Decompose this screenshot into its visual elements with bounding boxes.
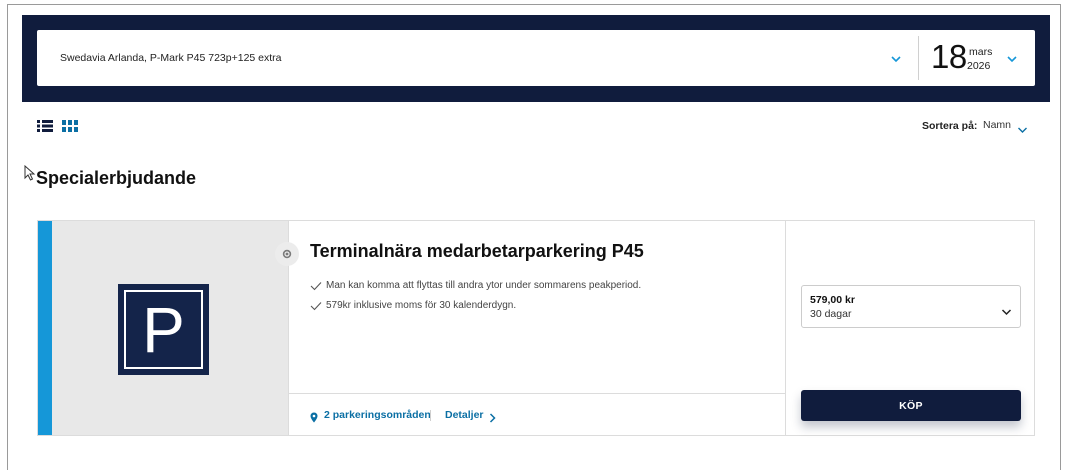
card-accent-bar	[38, 221, 52, 435]
parking-areas-link[interactable]: 2 parkeringsområden	[310, 409, 431, 422]
divider	[430, 410, 431, 421]
sort-label: Sortera på:	[922, 120, 978, 132]
product-card: P Terminalnära medarbetarparkering P45 M…	[37, 220, 1035, 436]
buy-button[interactable]: KÖP	[801, 390, 1021, 421]
sort-value: Namn	[983, 119, 1012, 131]
chevron-down-icon[interactable]	[1006, 55, 1018, 63]
search-bar: Swedavia Arlanda, P-Mark P45 723p+125 ex…	[37, 30, 1035, 86]
mouse-cursor-icon	[24, 164, 36, 181]
location-value: Swedavia Arlanda, P-Mark P45 723p+125 ex…	[60, 52, 282, 64]
date-day: 18	[931, 38, 967, 75]
divider	[289, 393, 785, 394]
feature-text: Man kan komma att flyttas till andra yto…	[326, 280, 642, 291]
check-icon	[310, 281, 322, 291]
chevron-down-icon	[1001, 303, 1012, 316]
feature-item: 579kr inklusive moms för 30 kalenderdygn…	[310, 300, 516, 311]
details-text: Detaljer	[445, 409, 484, 421]
sort-select[interactable]: Namn	[983, 119, 1028, 133]
price-select[interactable]: 579,00 kr 30 dagar	[801, 285, 1021, 328]
feature-text: 579kr inklusive moms för 30 kalenderdygn…	[326, 300, 517, 311]
chevron-right-icon	[489, 410, 496, 423]
check-icon	[310, 301, 322, 311]
price-duration: 30 dagar	[810, 308, 852, 320]
chevron-down-icon	[1017, 121, 1028, 133]
grid-view-icon[interactable]	[62, 119, 78, 133]
date-month: mars	[969, 46, 993, 58]
clock-icon	[275, 242, 299, 266]
date-select[interactable]: 18 mars 2026	[919, 30, 1035, 86]
chevron-down-icon[interactable]	[890, 55, 902, 63]
date-year: 2026	[967, 60, 991, 72]
details-link[interactable]: Detaljer	[445, 409, 496, 423]
map-pin-icon	[310, 410, 318, 422]
price-amount: 579,00 kr	[810, 294, 855, 306]
section-title: Specialerbjudande	[36, 168, 197, 188]
divider	[785, 221, 786, 435]
location-select[interactable]: Swedavia Arlanda, P-Mark P45 723p+125 ex…	[37, 30, 917, 86]
parking-letter: P	[142, 293, 185, 366]
product-title: Terminalnära medarbetarparkering P45	[310, 241, 644, 261]
list-view-icon[interactable]	[37, 119, 53, 133]
parking-sign-icon: P	[118, 284, 209, 375]
feature-item: Man kan komma att flyttas till andra yto…	[310, 280, 641, 291]
product-image: P	[52, 221, 288, 435]
parking-areas-text: 2 parkeringsområden	[324, 409, 431, 421]
